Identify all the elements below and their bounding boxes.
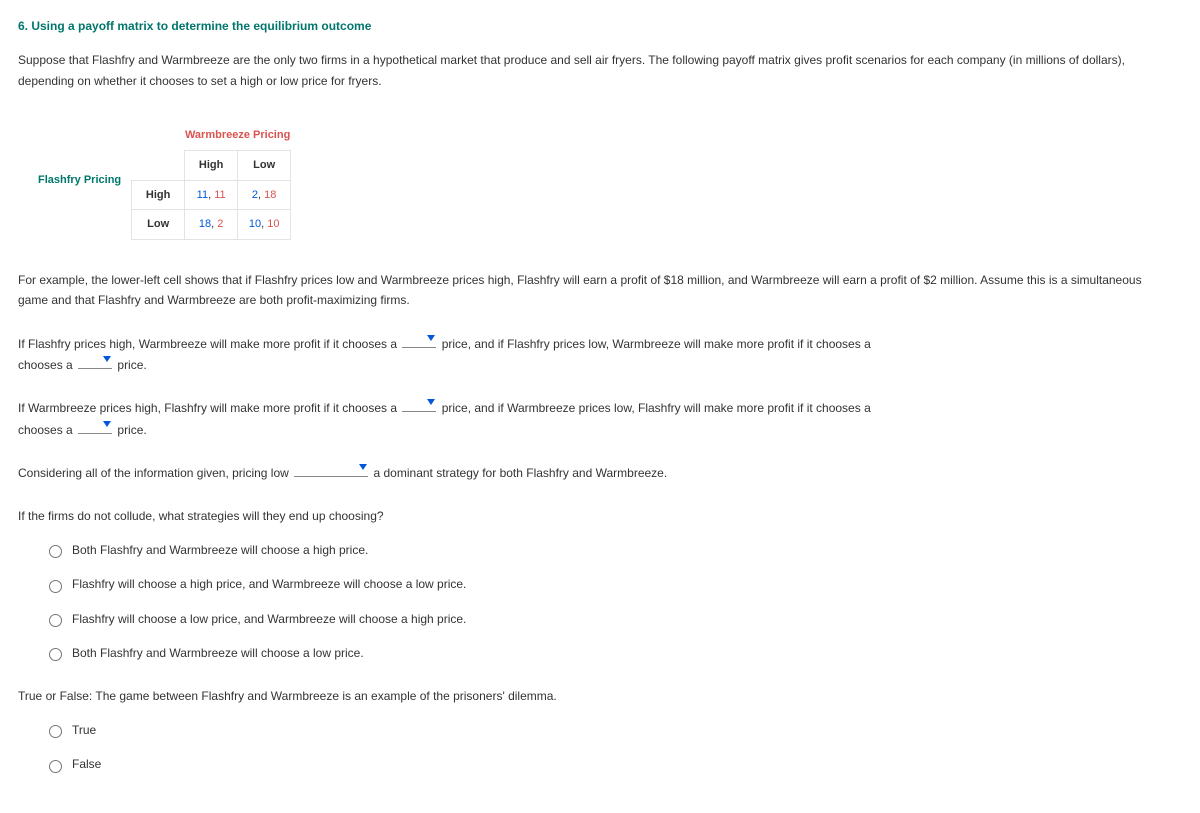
q4-option-2[interactable]: Flashfry will choose a low price, and Wa…: [44, 609, 1158, 629]
q1-text-c: price.: [117, 358, 146, 372]
row-player-label: Flashfry Pricing: [38, 171, 131, 190]
radio-input[interactable]: [49, 614, 62, 627]
question-4: If the firms do not collude, what strate…: [18, 506, 1158, 664]
example-paragraph: For example, the lower-left cell shows t…: [18, 270, 1158, 311]
chevron-down-icon: [103, 421, 111, 427]
cell-low-low: 10, 10: [238, 210, 291, 240]
radio-input[interactable]: [49, 725, 62, 738]
cell-low-high: 18, 2: [185, 210, 238, 240]
q3-text-a: Considering all of the information given…: [18, 466, 289, 480]
question-3: Considering all of the information given…: [18, 462, 1158, 483]
question-2: If Warmbreeze prices high, Flashfry will…: [18, 397, 1158, 440]
dropdown-q1-second[interactable]: [78, 354, 112, 369]
payoff-table: Warmbreeze Pricing High Low High 11, 11 …: [131, 121, 291, 240]
q5-option-label: True: [72, 720, 96, 740]
q5-prompt: True or False: The game between Flashfry…: [18, 686, 1158, 706]
q2-text-a: If Warmbreeze prices high, Flashfry will…: [18, 401, 397, 415]
q4-option-label: Both Flashfry and Warmbreeze will choose…: [72, 540, 368, 560]
q1-text-b: price, and if Flashfry prices low, Warmb…: [442, 337, 871, 351]
cell-high-high: 11, 11: [185, 180, 238, 210]
q4-option-label: Flashfry will choose a high price, and W…: [72, 574, 466, 594]
dropdown-q3[interactable]: [294, 462, 368, 477]
chevron-down-icon: [103, 356, 111, 362]
row-label-high: High: [132, 180, 185, 210]
dropdown-q2-second[interactable]: [78, 419, 112, 434]
dropdown-q2-first[interactable]: [402, 397, 436, 412]
radio-input[interactable]: [49, 545, 62, 558]
q4-option-label: Flashfry will choose a low price, and Wa…: [72, 609, 466, 629]
q5-option-true[interactable]: True: [44, 720, 1158, 740]
radio-input[interactable]: [49, 760, 62, 773]
cell-high-low: 2, 18: [238, 180, 291, 210]
col-label-low: Low: [238, 150, 291, 180]
q4-option-1[interactable]: Flashfry will choose a high price, and W…: [44, 574, 1158, 594]
question-heading: 6. Using a payoff matrix to determine th…: [18, 16, 1182, 36]
q4-option-0[interactable]: Both Flashfry and Warmbreeze will choose…: [44, 540, 1158, 560]
payoff-matrix: Flashfry Pricing Warmbreeze Pricing High…: [38, 121, 1182, 240]
q1-text-a: If Flashfry prices high, Warmbreeze will…: [18, 337, 397, 351]
radio-input[interactable]: [49, 648, 62, 661]
question-1: If Flashfry prices high, Warmbreeze will…: [18, 333, 1158, 376]
intro-paragraph: Suppose that Flashfry and Warmbreeze are…: [18, 50, 1158, 91]
q4-option-label: Both Flashfry and Warmbreeze will choose…: [72, 643, 364, 663]
q4-prompt: If the firms do not collude, what strate…: [18, 506, 1158, 526]
dropdown-q1-first[interactable]: [402, 333, 436, 348]
q2-text-c: price.: [117, 423, 146, 437]
radio-input[interactable]: [49, 580, 62, 593]
col-label-high: High: [185, 150, 238, 180]
chevron-down-icon: [359, 464, 367, 470]
question-5: True or False: The game between Flashfry…: [18, 686, 1158, 775]
q4-option-3[interactable]: Both Flashfry and Warmbreeze will choose…: [44, 643, 1158, 663]
q5-option-label: False: [72, 754, 101, 774]
q3-text-b: a dominant strategy for both Flashfry an…: [374, 466, 668, 480]
chevron-down-icon: [427, 335, 435, 341]
col-player-label: Warmbreeze Pricing: [185, 121, 291, 150]
q5-option-false[interactable]: False: [44, 754, 1158, 774]
q2-text-b: price, and if Warmbreeze prices low, Fla…: [442, 401, 871, 415]
chevron-down-icon: [427, 399, 435, 405]
row-label-low: Low: [132, 210, 185, 240]
